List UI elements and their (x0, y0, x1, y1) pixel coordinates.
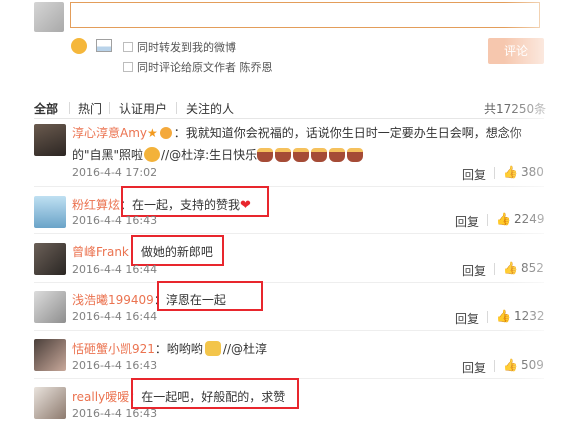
cake-emoji-icon (293, 148, 310, 162)
highlight-box (131, 235, 224, 266)
comment-time: 2016-4-4 16:44 (72, 263, 158, 276)
like-count: 380 (520, 165, 544, 179)
share-label: 同时转发到我的微博 (137, 41, 236, 54)
like-count: 1232 (513, 309, 545, 323)
tab-all[interactable]: 全部 (34, 100, 58, 117)
reply-link[interactable]: 回复 (462, 262, 486, 279)
action-divider (494, 263, 495, 275)
comment-divider (34, 282, 544, 283)
cat-emoji-icon (204, 341, 221, 356)
thumbs-up-icon: 👍 (503, 261, 518, 275)
action-divider (487, 311, 488, 323)
comment-username[interactable]: 粉红算炫 (72, 198, 120, 212)
laughing-emoji-icon (144, 147, 161, 162)
avatar[interactable] (34, 339, 66, 371)
highlight-box (157, 281, 263, 311)
comment-divider (34, 186, 544, 187)
comment-line-2: 的"自黑"照啦 //@杜淳:生日快乐 (72, 146, 365, 163)
comment-username[interactable]: 浅浩曦199409 (72, 293, 154, 307)
comment-divider (34, 233, 544, 234)
thumbs-up-icon: 👍 (503, 358, 518, 372)
emoji-icon[interactable] (71, 38, 87, 54)
like-button[interactable]: 👍 1232 (496, 309, 545, 323)
comment-line: 恬砸蟹小凯921：哟哟哟 //@杜淳 (72, 340, 267, 357)
cake-emoji-icon (257, 148, 274, 162)
comment-time: 2016-4-4 16:43 (72, 359, 158, 372)
like-button[interactable]: 👍 2249 (496, 212, 545, 226)
reply-link[interactable]: 回复 (462, 359, 486, 376)
comment-author-checkbox[interactable] (123, 62, 133, 72)
reply-link[interactable]: 回复 (462, 166, 486, 183)
like-button[interactable]: 👍 509 (503, 358, 544, 372)
comment-line: 淳心淳意Amy★ ：我就知道你会祝福的，话说你生日时一定要办生日会啊，想念你 (72, 124, 522, 141)
like-button[interactable]: 👍 852 (503, 261, 544, 275)
comment-username[interactable]: 恬砸蟹小凯921 (72, 342, 155, 356)
comment-text: ：我就知道你会祝福的，话说你生日时一定要办生日会啊，想念你 (173, 126, 522, 140)
tab-verified[interactable]: 认证用户 (119, 100, 167, 117)
submit-label: 评论 (503, 44, 528, 58)
cake-emoji-icon (329, 148, 346, 162)
like-button[interactable]: 👍 380 (503, 165, 544, 179)
share-checkbox[interactable] (123, 42, 133, 52)
comment-username[interactable]: 淳心淳意Amy (72, 126, 147, 140)
avatar[interactable] (34, 291, 66, 323)
highlight-box (131, 378, 299, 409)
cake-emoji-icon (275, 148, 292, 162)
tabs-divider-line (34, 118, 544, 119)
comment-text: 的"自黑"照啦 (72, 148, 144, 162)
comment-author-label: 同时评论给原文作者 陈乔恩 (137, 61, 273, 74)
action-divider (487, 214, 488, 226)
like-count: 2249 (513, 212, 545, 226)
comment-username[interactable]: 曾峰Frank (72, 245, 129, 259)
tab-divider (176, 102, 177, 114)
tab-hot[interactable]: 热门 (78, 100, 102, 117)
thumbs-up-icon: 👍 (496, 212, 511, 226)
reply-link[interactable]: 回复 (455, 213, 479, 230)
avatar[interactable] (34, 124, 66, 156)
vip-star-icon: ★ (147, 126, 158, 140)
thumbs-up-icon: 👍 (496, 309, 511, 323)
comment-divider (34, 330, 544, 331)
like-count: 509 (520, 358, 544, 372)
cake-emoji-icon (347, 148, 364, 162)
action-divider (494, 167, 495, 179)
comment-total-count: 共17250条 (484, 102, 547, 116)
thumbs-up-icon: 👍 (503, 165, 518, 179)
comment-text: //@杜淳 (222, 342, 268, 356)
tab-following[interactable]: 关注的人 (186, 100, 234, 117)
comment-time: 2016-4-4 16:43 (72, 407, 158, 420)
comment-time: 2016-4-4 17:02 (72, 166, 158, 179)
avatar[interactable] (34, 387, 66, 419)
comment-username[interactable]: really嗳嗳 (72, 390, 129, 404)
comment-time: 2016-4-4 16:43 (72, 214, 158, 227)
current-user-avatar (34, 2, 64, 32)
comment-input[interactable] (70, 2, 540, 28)
like-count: 852 (520, 261, 544, 275)
submit-comment-button[interactable]: 评论 (488, 38, 544, 64)
action-divider (494, 360, 495, 372)
badge-icon (159, 127, 172, 139)
reply-link[interactable]: 回复 (455, 310, 479, 327)
cake-emoji-icon (311, 148, 328, 162)
avatar[interactable] (34, 196, 66, 228)
comment-time: 2016-4-4 16:44 (72, 310, 158, 323)
comment-text: ：哟哟哟 (154, 342, 203, 356)
image-icon[interactable] (96, 39, 112, 52)
tab-divider (69, 102, 70, 114)
highlight-box (121, 186, 269, 217)
tab-divider (109, 102, 110, 114)
comment-text: //@杜淳:生日快乐 (161, 148, 258, 162)
avatar[interactable] (34, 243, 66, 275)
